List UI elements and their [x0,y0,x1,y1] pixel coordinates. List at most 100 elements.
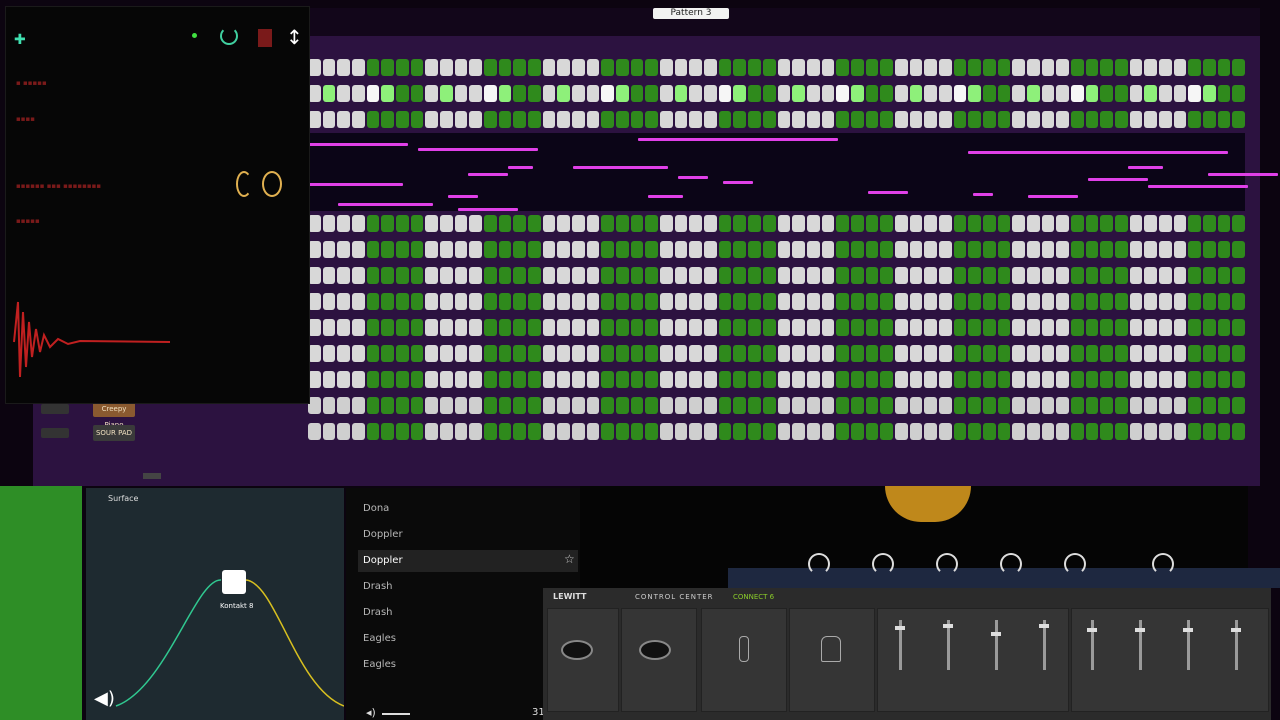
step-button[interactable] [733,111,747,128]
step-button[interactable] [1217,345,1231,362]
step-button[interactable] [616,267,629,284]
step-button[interactable] [572,319,585,336]
step-button[interactable] [337,59,351,76]
step-button[interactable] [616,215,629,232]
step-button[interactable] [1100,423,1113,440]
step-button[interactable] [938,293,952,310]
step-button[interactable] [440,59,453,76]
step-button[interactable] [440,345,453,362]
step-button[interactable] [1188,267,1201,284]
step-button[interactable] [352,293,365,310]
step-button[interactable] [1232,423,1245,440]
step-button[interactable] [381,371,395,388]
step-button[interactable] [1232,241,1245,258]
step-button[interactable] [1217,267,1231,284]
step-button[interactable] [1202,293,1216,310]
step-button[interactable] [1041,59,1055,76]
step-button[interactable] [1129,371,1143,388]
step-button[interactable] [792,345,805,362]
step-button[interactable] [1129,319,1143,336]
step-button[interactable] [704,345,717,362]
step-button[interactable] [1085,215,1099,232]
step-button[interactable] [821,59,835,76]
step-button[interactable] [806,371,820,388]
step-button[interactable] [1070,345,1084,362]
step-button[interactable] [1041,85,1055,102]
step-button[interactable] [1144,345,1157,362]
step-button[interactable] [498,85,512,102]
step-button[interactable] [1056,319,1069,336]
step-button[interactable] [1144,267,1157,284]
step-button[interactable] [953,111,967,128]
step-button[interactable] [440,319,453,336]
step-button[interactable] [425,215,439,232]
step-button[interactable] [924,293,937,310]
favorite-star-icon[interactable]: ☆ [564,552,575,566]
step-button[interactable] [909,293,923,310]
step-button[interactable] [1012,345,1025,362]
step-button[interactable] [572,59,585,76]
list-item[interactable]: Dona [363,503,389,514]
step-button[interactable] [997,59,1011,76]
step-button[interactable] [689,215,703,232]
step-button[interactable] [968,371,981,388]
step-button[interactable] [616,59,629,76]
step-button[interactable] [1056,371,1069,388]
channel-name-sour-pad[interactable]: SOUR PAD [93,425,135,441]
step-button[interactable] [484,293,497,310]
step-button[interactable] [806,111,820,128]
step-button[interactable] [308,423,321,440]
step-button[interactable] [909,241,923,258]
step-button[interactable] [674,267,688,284]
step-button[interactable] [542,267,556,284]
step-button[interactable] [410,85,424,102]
step-button[interactable] [1041,397,1055,414]
step-button[interactable] [557,215,571,232]
step-button[interactable] [909,319,923,336]
step-button[interactable] [689,397,703,414]
step-button[interactable] [968,85,981,102]
step-button[interactable] [645,293,659,310]
step-button[interactable] [630,423,644,440]
step-button[interactable] [733,293,747,310]
step-button[interactable] [1056,423,1069,440]
step-button[interactable] [498,397,512,414]
step-button[interactable] [557,241,571,258]
step-button[interactable] [645,59,659,76]
step-button[interactable] [1188,241,1201,258]
step-button[interactable] [865,319,879,336]
step-button[interactable] [557,267,571,284]
step-button[interactable] [821,423,835,440]
step-button[interactable] [1100,345,1113,362]
step-button[interactable] [1217,423,1231,440]
step-button[interactable] [1114,59,1128,76]
step-button[interactable] [1012,85,1025,102]
step-button[interactable] [601,241,615,258]
step-button[interactable] [1202,423,1216,440]
step-button[interactable] [645,423,659,440]
step-button[interactable] [982,267,996,284]
step-button[interactable] [1173,371,1187,388]
step-button[interactable] [322,319,336,336]
step-button[interactable] [381,293,395,310]
step-button[interactable] [792,267,805,284]
step-button[interactable] [777,267,791,284]
step-button[interactable] [425,85,439,102]
step-button[interactable] [1026,59,1040,76]
step-button[interactable] [909,215,923,232]
step-button[interactable] [880,397,893,414]
step-button[interactable] [454,293,468,310]
step-button[interactable] [410,267,424,284]
step-button[interactable] [689,59,703,76]
step-button[interactable] [718,85,732,102]
step-button[interactable] [1041,319,1055,336]
step-button[interactable] [425,267,439,284]
step-button[interactable] [557,111,571,128]
step-button[interactable] [601,111,615,128]
step-button[interactable] [880,345,893,362]
step-button[interactable] [953,319,967,336]
step-button[interactable] [777,423,791,440]
step-button[interactable] [1129,345,1143,362]
step-button[interactable] [748,59,761,76]
step-button[interactable] [616,111,629,128]
